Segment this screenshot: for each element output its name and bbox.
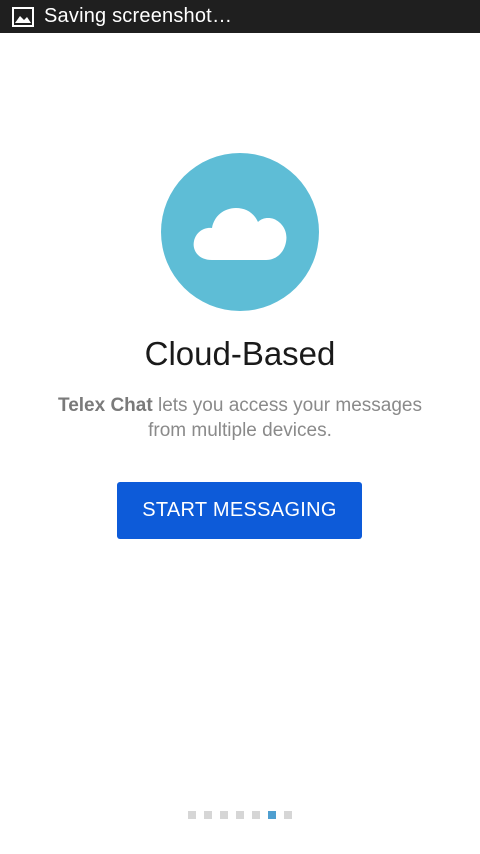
- start-messaging-button[interactable]: START MESSAGING: [117, 482, 362, 539]
- page-dot: [236, 811, 244, 819]
- page-dot-active: [268, 811, 276, 819]
- cloud-illustration: [161, 153, 319, 311]
- description-line2: from multiple devices.: [148, 420, 332, 441]
- intro-page[interactable]: Cloud-Based Telex Chat lets you access y…: [0, 33, 480, 854]
- brand-name: Telex Chat: [58, 395, 153, 416]
- page-description: Telex Chat lets you access your messages…: [30, 393, 450, 443]
- description-line1: lets you access your messages: [152, 395, 422, 416]
- page-dot: [252, 811, 260, 819]
- image-icon: [12, 6, 34, 28]
- page-dot: [220, 811, 228, 819]
- cloud-icon: [190, 198, 290, 267]
- page-indicator: [0, 811, 480, 819]
- status-bar: Saving screenshot…: [0, 0, 480, 33]
- status-notification-text: Saving screenshot…: [44, 5, 233, 27]
- page-dot: [188, 811, 196, 819]
- page-dot: [284, 811, 292, 819]
- page-dot: [204, 811, 212, 819]
- page-title: Cloud-Based: [144, 335, 336, 372]
